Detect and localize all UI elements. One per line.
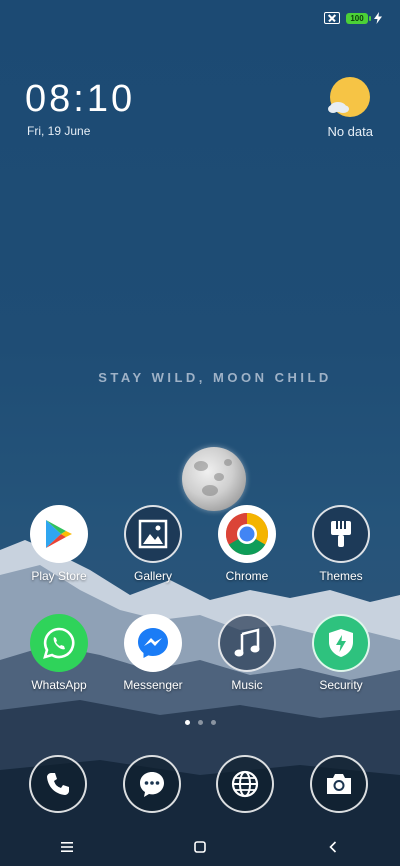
page-indicator [0,720,400,725]
security-label: Security [319,678,363,692]
status-bar: 100 [324,8,382,28]
security-shield-icon [312,614,370,672]
gallery-icon [124,505,182,563]
browser-icon[interactable] [216,755,274,813]
whatsapp-label: WhatsApp [31,678,87,692]
themes-label: Themes [319,569,363,583]
clock-time[interactable]: 08:10 [25,78,135,121]
music-note-icon [218,614,276,672]
app-security[interactable]: Security [295,614,387,692]
camera-icon[interactable] [310,755,368,813]
app-gallery[interactable]: Gallery [107,505,199,583]
sun-cloud-icon[interactable] [328,77,370,119]
battery-level: 100 [350,13,364,23]
no-sim-icon [324,12,340,24]
messages-icon[interactable] [123,755,181,813]
battery-icon: 100 [346,12,371,24]
moon-image [182,447,246,511]
menu-icon[interactable] [47,832,87,862]
messenger-icon [124,614,182,672]
chrome-label: Chrome [225,569,269,583]
page-dot-2[interactable] [197,720,203,725]
phone-icon[interactable] [29,755,87,813]
themes-brush-icon [312,505,370,563]
charging-icon [374,12,382,24]
weather-status[interactable]: No data [327,124,373,139]
wallpaper-quote: STAY WILD, MOON CHILD [98,370,332,385]
page-dot-3[interactable] [210,720,216,725]
chrome-icon [218,505,276,563]
app-play-store[interactable]: Play Store [13,505,105,583]
play-store-label: Play Store [31,569,87,583]
navigation-bar [0,828,400,866]
app-chrome[interactable]: Chrome [201,505,293,583]
app-themes[interactable]: Themes [295,505,387,583]
app-whatsapp[interactable]: WhatsApp [13,614,105,692]
gallery-label: Gallery [133,569,172,583]
back-icon[interactable] [313,832,353,862]
app-music[interactable]: Music [201,614,293,692]
page-dot-1[interactable] [184,720,190,725]
app-messenger[interactable]: Messenger [107,614,199,692]
play-store-icon [30,505,88,563]
music-label: Music [231,678,263,692]
messenger-label: Messenger [123,678,183,692]
whatsapp-icon [30,614,88,672]
clock-date[interactable]: Fri, 19 June [27,124,90,138]
home-icon[interactable] [180,832,220,862]
